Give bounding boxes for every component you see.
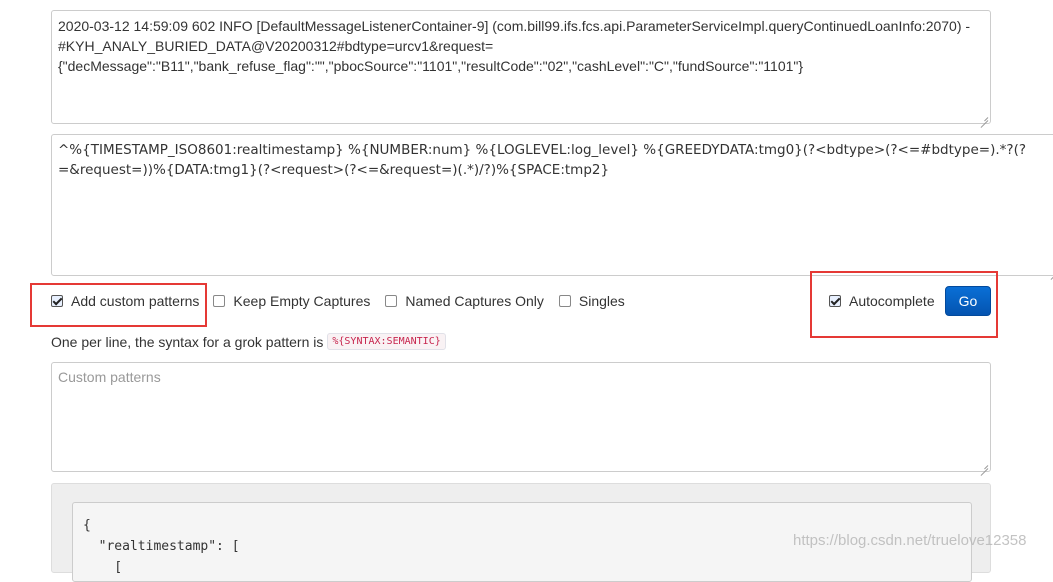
log-line-2: #KYH_ANALY_BURIED_DATA@V20200312#bdtype=… (58, 38, 494, 54)
log-line-3: {"decMessage":"B11","bank_refuse_flag":"… (58, 58, 804, 74)
syntax-hint-text: One per line, the syntax for a grok patt… (51, 333, 324, 350)
resize-handle-icon[interactable] (980, 461, 988, 469)
singles-checkbox[interactable] (558, 295, 571, 307)
keep-empty-captures-label: Keep Empty Captures (233, 293, 371, 309)
log-line-1: 2020-03-12 14:59:09 602 INFO [DefaultMes… (58, 18, 971, 34)
keep-empty-captures-option[interactable]: Keep Empty Captures (213, 293, 370, 309)
custom-patterns-textarea[interactable]: Custom patterns (51, 362, 991, 472)
watermark: https://blog.csdn.net/truelove12358 (793, 532, 1027, 549)
result-panel: { "realtimestamp": [ [ (51, 483, 991, 582)
pattern-line-2: =&request=))%{DATA:tmg1}(?<request>(?<=&… (58, 162, 610, 178)
named-captures-only-option[interactable]: Named Captures Only (385, 293, 544, 309)
result-line-3: [ (83, 560, 123, 575)
syntax-hint: One per line, the syntax for a grok patt… (51, 333, 446, 350)
named-captures-only-label: Named Captures Only (405, 293, 544, 309)
highlight-box-go (810, 271, 998, 338)
grok-pattern-textarea[interactable]: ^%{TIMESTAMP_ISO8601:realtimestamp} %{NU… (51, 134, 1053, 276)
named-captures-only-checkbox[interactable] (385, 295, 398, 307)
singles-option[interactable]: Singles (558, 293, 625, 309)
log-input-textarea[interactable]: 2020-03-12 14:59:09 602 INFO [DefaultMes… (51, 10, 991, 124)
keep-empty-captures-checkbox[interactable] (213, 295, 226, 307)
resize-handle-icon[interactable] (980, 113, 988, 121)
singles-label: Singles (578, 293, 625, 309)
highlight-box-custom-patterns (30, 283, 207, 327)
pattern-line-1: ^%{TIMESTAMP_ISO8601:realtimestamp} %{NU… (58, 142, 1027, 158)
custom-patterns-placeholder: Custom patterns (58, 369, 161, 385)
syntax-example-code: %{SYNTAX:SEMANTIC} (327, 333, 446, 350)
